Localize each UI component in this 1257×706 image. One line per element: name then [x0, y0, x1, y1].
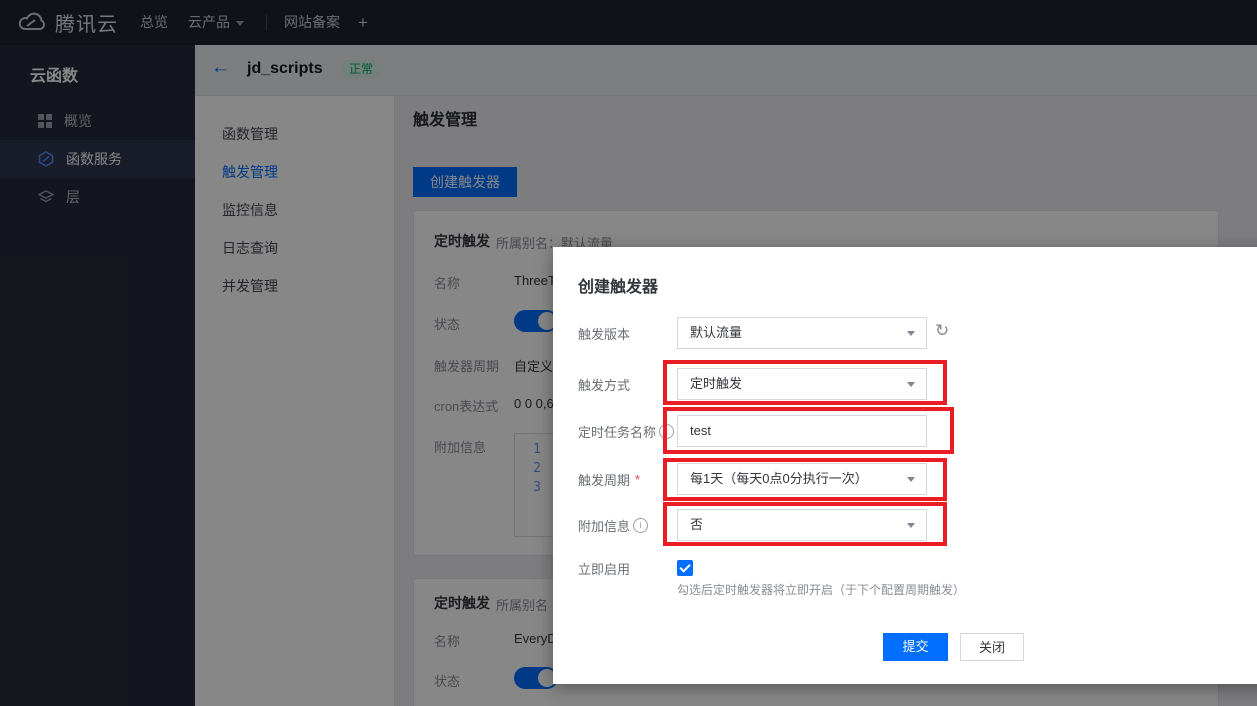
required-marker: * [635, 472, 640, 487]
close-button[interactable]: 关闭 [960, 633, 1024, 661]
field-label-enable-now: 立即启用 [578, 552, 630, 584]
selected-value: 默认流量 [690, 318, 742, 348]
field-label-extra-info: 附加信息 [578, 509, 648, 541]
trigger-version-select[interactable]: 默认流量 [677, 317, 927, 349]
submit-button[interactable]: 提交 [883, 633, 948, 661]
page: 腾讯云 总览 云产品 网站备案 + 云函数 概览 函数服务 [0, 0, 1257, 706]
field-label-trigger-version: 触发版本 [578, 317, 630, 349]
chevron-down-icon [907, 331, 915, 336]
refresh-icon[interactable] [935, 321, 949, 341]
field-row-enable-now: 立即启用 [553, 552, 1257, 584]
field-row-trigger-version: 触发版本 默认流量 [553, 317, 1257, 349]
annotation-box-trigger-cycle [663, 458, 947, 501]
info-icon[interactable] [633, 518, 648, 533]
modal-title: 创建触发器 [578, 273, 658, 297]
field-label-trigger-method: 触发方式 [578, 368, 630, 400]
annotation-box-trigger-method [663, 360, 947, 405]
label-text: 定时任务名称 [578, 422, 656, 441]
enable-now-hint: 勾选后定时触发器将立即开启（于下个配置周期触发） [677, 581, 965, 598]
label-text: 立即启用 [578, 559, 630, 578]
label-text: 触发周期 [578, 470, 630, 489]
annotation-box-extra-info [663, 502, 947, 546]
field-label-trigger-cycle: 触发周期 * [578, 463, 640, 495]
label-text: 触发方式 [578, 375, 630, 394]
annotation-box-task-name [663, 407, 954, 454]
enable-now-checkbox-checked[interactable] [677, 560, 693, 576]
label-text: 触发版本 [578, 324, 630, 343]
label-text: 附加信息 [578, 516, 630, 535]
